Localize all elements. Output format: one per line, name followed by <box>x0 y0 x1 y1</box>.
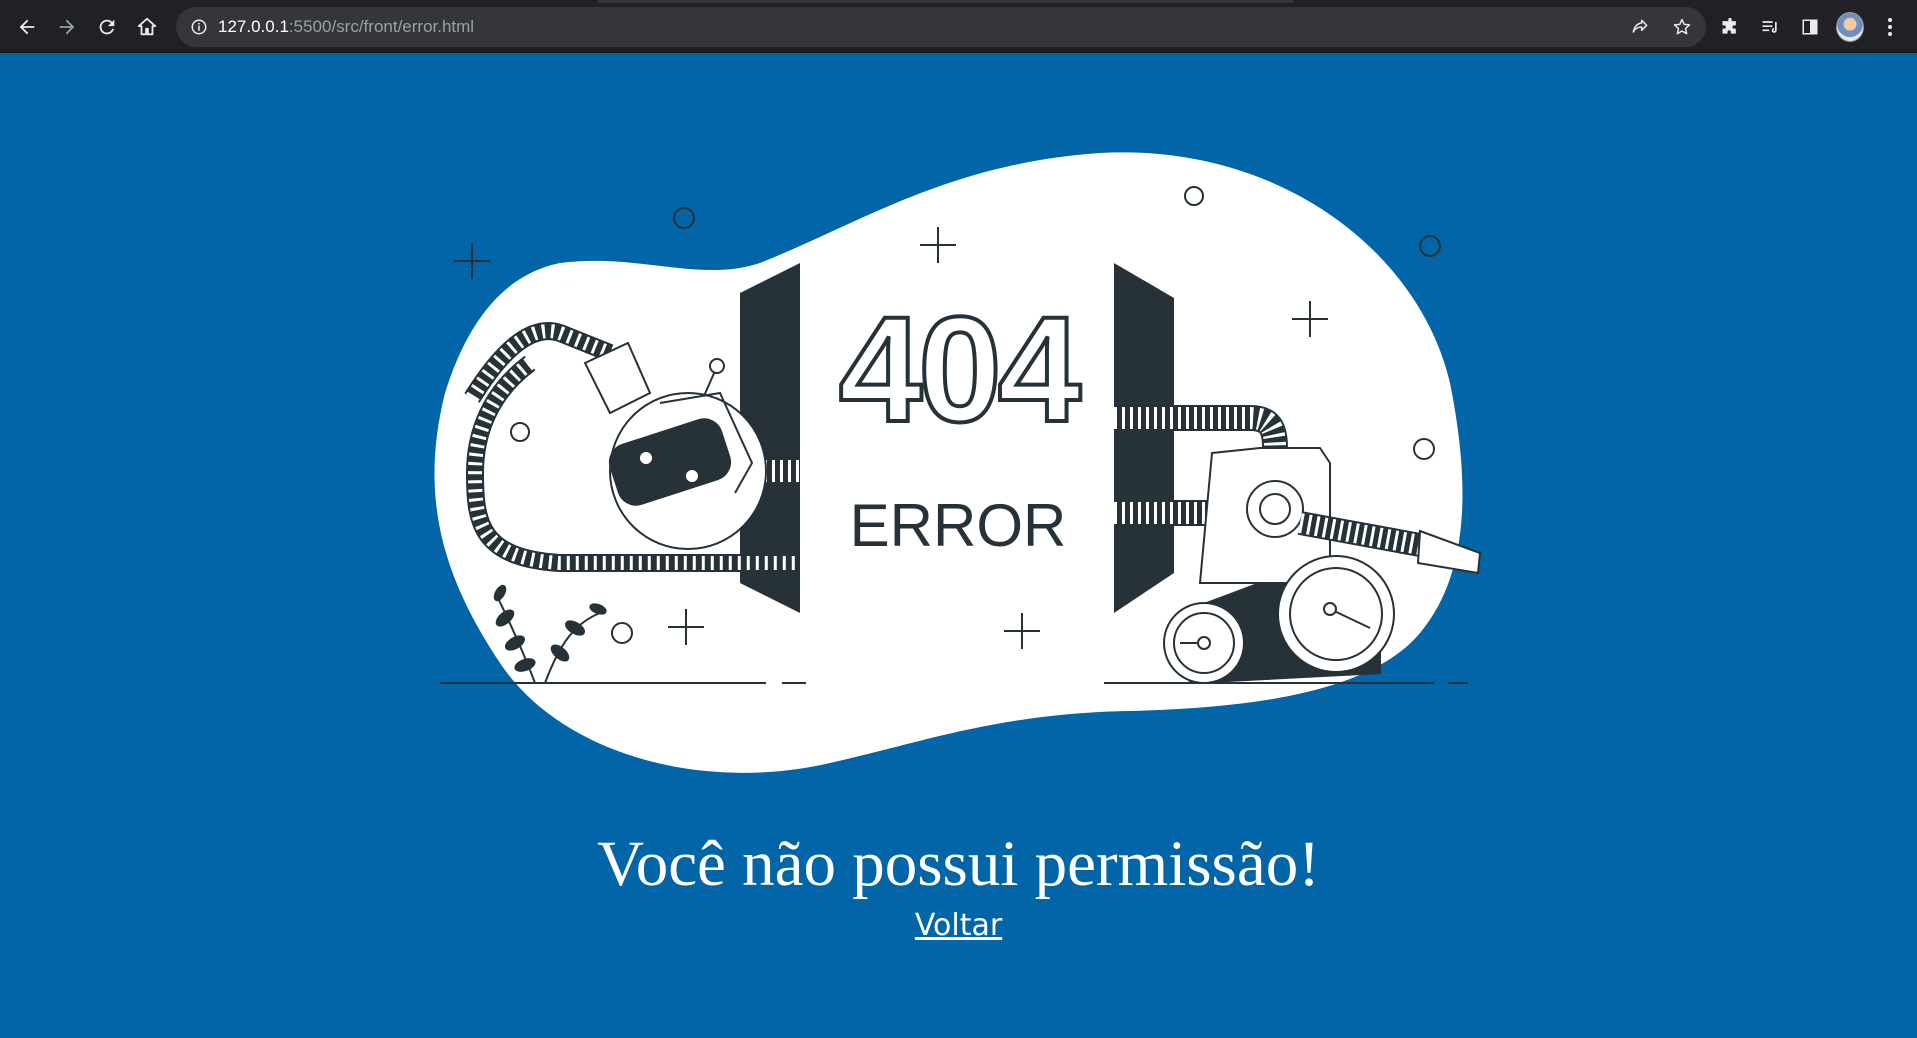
extensions-icon <box>1722 17 1736 34</box>
url-path: :5500/src/front/error.html <box>288 17 475 36</box>
side-panel-icon <box>1802 19 1818 35</box>
share-icon <box>1632 19 1648 33</box>
reading-list-icon <box>1762 21 1777 33</box>
address-bar[interactable]: 127.0.0.1:5500/src/front/error.html <box>176 7 1706 47</box>
reading-list-button[interactable] <box>1756 13 1784 41</box>
share-button[interactable] <box>1626 13 1654 41</box>
extensions-button[interactable] <box>1716 13 1744 41</box>
profile-button[interactable] <box>1836 12 1864 42</box>
tab-strip <box>0 0 1917 6</box>
menu-button[interactable] <box>1876 13 1904 41</box>
url-text[interactable]: 127.0.0.1:5500/src/front/error.html <box>218 17 474 37</box>
home-icon <box>137 17 157 36</box>
permission-message: Você não possui permissão! <box>597 828 1320 900</box>
info-icon[interactable] <box>190 18 208 36</box>
side-panel-button[interactable] <box>1796 13 1824 41</box>
reload-icon <box>99 19 115 35</box>
browser-toolbar: 127.0.0.1:5500/src/front/error.html <box>0 0 1917 53</box>
home-button[interactable] <box>127 7 167 47</box>
menu-icon <box>1878 13 1902 41</box>
ring-3 <box>1419 235 1441 257</box>
profile-avatar <box>1836 12 1864 42</box>
error-code: 404 <box>839 285 1081 453</box>
back-link-container: Voltar <box>0 908 1917 943</box>
forward-icon <box>59 19 75 35</box>
ring-1 <box>673 207 695 229</box>
bookmark-button[interactable] <box>1668 13 1696 41</box>
robot-eye-left <box>638 450 654 466</box>
robot-eye-right <box>684 468 700 484</box>
back-button[interactable] <box>7 7 47 47</box>
forward-button[interactable] <box>47 7 87 47</box>
reload-button[interactable] <box>87 7 127 47</box>
right-door <box>1114 263 1174 613</box>
back-icon <box>19 19 35 35</box>
error-label: ERROR <box>850 492 1067 559</box>
url-host: 127.0.0.1 <box>218 17 289 36</box>
sparkle-1 <box>454 243 490 279</box>
back-link[interactable]: Voltar <box>915 908 1002 943</box>
star-icon <box>1673 18 1691 35</box>
